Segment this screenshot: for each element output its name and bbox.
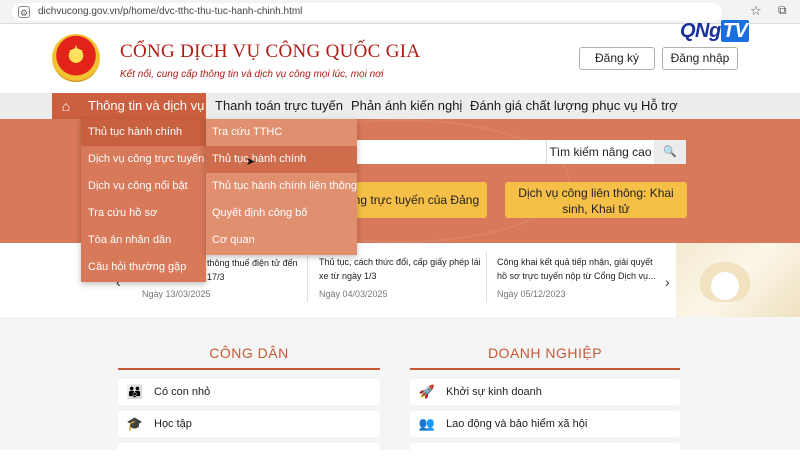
team-icon: 👥 — [418, 416, 436, 431]
nav-online-payment[interactable]: Thanh toán trực tuyến — [215, 93, 343, 119]
category-have-children[interactable]: 👪 Có con nhỏ — [118, 379, 380, 405]
category-label: Khởi sự kinh doanh — [446, 386, 542, 398]
menu-item-online-services[interactable]: Dịch vụ công trực tuyến — [81, 146, 206, 173]
menu-item-admin-procedures[interactable]: Thủ tục hành chính — [81, 119, 206, 146]
business-underline — [410, 368, 680, 370]
search-icon[interactable]: 🔍 — [654, 140, 686, 164]
news-divider — [486, 252, 487, 302]
news-title[interactable]: Thủ tục, cách thức đổi, cấp giấy phép lá… — [319, 255, 489, 283]
submenu-item-lookup-tthc[interactable]: Tra cứu TTHC — [206, 119, 357, 146]
nav-feedback[interactable]: Phản ánh kiến nghị — [351, 93, 462, 119]
category-more[interactable] — [410, 443, 680, 469]
lotus-flower-image — [700, 262, 750, 302]
news-date: Ngày 13/03/2025 — [142, 289, 211, 299]
citizen-underline — [118, 368, 380, 370]
chevron-right-icon[interactable]: › — [665, 274, 670, 290]
home-icon[interactable]: ⌂ — [52, 93, 80, 119]
bookmark-star-icon[interactable]: ☆ — [750, 3, 762, 19]
site-info-icon[interactable]: ⚙ — [18, 6, 30, 18]
advanced-search-link[interactable]: Tìm kiếm nâng cao — [546, 140, 654, 164]
nav-service-rating[interactable]: Đánh giá chất lượng phục vụ — [470, 93, 638, 119]
mouse-cursor-icon: ➤ — [246, 156, 256, 168]
menu-item-lookup-dossier[interactable]: Tra cứu hồ sơ — [81, 200, 206, 227]
category-more[interactable] — [118, 443, 380, 469]
graduation-cap-icon: 🎓 — [126, 416, 144, 431]
nav-support[interactable]: Hỗ trợ — [641, 93, 678, 119]
family-icon: 👪 — [126, 384, 144, 399]
news-title[interactable]: thông thuế điện tử đến 17/3 — [207, 256, 302, 284]
emblem-star-icon: ★ — [67, 42, 85, 62]
news-date: Ngày 05/12/2023 — [497, 289, 566, 299]
submenu-item-publication-decision[interactable]: Quyết định công bố — [206, 200, 357, 227]
category-label: Lao động và bảo hiểm xã hội — [446, 418, 588, 430]
citizen-section-title[interactable]: CÔNG DÂN — [118, 345, 380, 361]
extensions-icon[interactable]: ⧉ — [778, 3, 787, 18]
business-section-title[interactable]: DOANH NGHIỆP — [410, 345, 680, 361]
category-education[interactable]: 🎓 Học tập — [118, 411, 380, 437]
portal-subtitle: Kết nối, cung cấp thông tin và dịch vụ c… — [120, 69, 384, 80]
category-labor-insurance[interactable]: 👥 Lao động và bảo hiểm xã hội — [410, 411, 680, 437]
rocket-icon: 🚀 — [418, 384, 436, 399]
category-start-business[interactable]: 🚀 Khởi sự kinh doanh — [410, 379, 680, 405]
submenu-item-admin-procedures[interactable]: Thủ tục hành chính — [206, 146, 357, 173]
news-divider — [307, 252, 308, 302]
login-button[interactable]: Đăng nhập — [662, 47, 738, 70]
nav-info-services[interactable]: Thông tin và dịch vụ — [80, 93, 206, 119]
category-label: Học tập — [154, 418, 192, 430]
menu-item-peoples-court[interactable]: Tòa án nhân dân — [81, 227, 206, 254]
submenu-item-agency[interactable]: Cơ quan — [206, 227, 357, 254]
qngtv-watermark-logo: QNg TV — [680, 20, 750, 42]
submenu-item-linked-procedures[interactable]: Thủ tục hành chính liên thông — [206, 173, 357, 200]
portal-title[interactable]: CỔNG DỊCH VỤ CÔNG QUỐC GIA — [120, 41, 420, 63]
menu-item-faq[interactable]: Câu hỏi thường gặp — [81, 254, 206, 281]
menu-item-featured-services[interactable]: Dịch vụ công nổi bật — [81, 173, 206, 200]
news-date: Ngày 04/03/2025 — [319, 289, 388, 299]
register-button[interactable]: Đăng ký — [579, 47, 655, 70]
birth-death-services-card[interactable]: Dịch vụ công liên thông: Khai sinh, Khai… — [505, 182, 687, 218]
news-title[interactable]: Công khai kết quả tiếp nhận, giải quyết … — [497, 255, 657, 283]
category-label: Có con nhỏ — [154, 386, 211, 398]
url-text[interactable]: dichvucong.gov.vn/p/home/dvc-tthc-thu-tu… — [38, 4, 302, 20]
